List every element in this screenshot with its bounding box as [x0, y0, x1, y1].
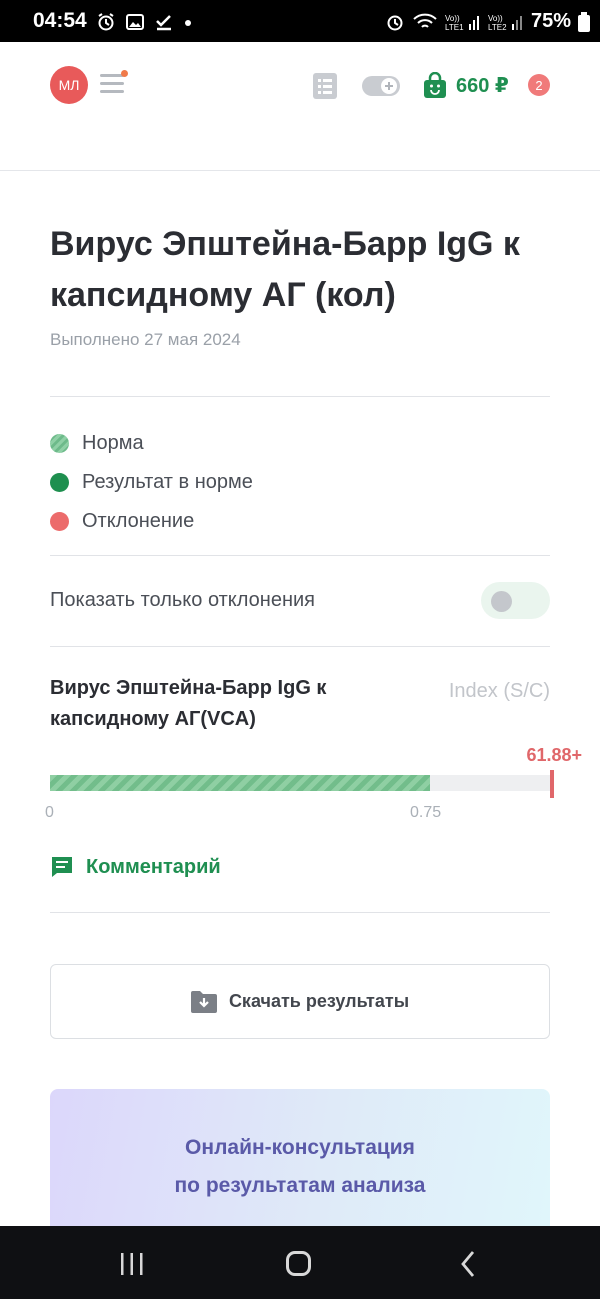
ok-swatch-icon: [50, 473, 69, 492]
result-value: 61.88+: [526, 745, 582, 765]
system-nav-bar: [0, 1226, 600, 1299]
gallery-icon: [126, 14, 144, 30]
status-notification-icons: [96, 12, 193, 32]
add-toggle-icon[interactable]: [362, 75, 400, 97]
cart-count-badge: 2: [528, 74, 550, 96]
alarm-icon: [387, 15, 403, 30]
signal-sim1-icon: Vo))LTE1: [445, 14, 479, 32]
app-header: МЛ 660 ₽ 2: [0, 42, 600, 171]
legend-label: Отклонение: [82, 510, 195, 532]
back-icon[interactable]: [460, 1250, 476, 1278]
recent-apps-icon[interactable]: [119, 1252, 145, 1276]
legend-item-ok: Результат в норме: [50, 463, 253, 502]
avatar[interactable]: МЛ: [50, 66, 88, 104]
cart-icon[interactable]: [424, 72, 446, 98]
consultation-line1: Онлайн-консультация: [185, 1136, 415, 1159]
norm-range-bar: [50, 775, 430, 791]
battery-percent: 75%: [530, 10, 571, 32]
deviations-filter-label: Показать только отклонения: [50, 589, 315, 611]
legend-item-deviation: Отклонение: [50, 502, 253, 541]
scale-min-label: 0: [45, 804, 54, 821]
divider: [50, 646, 550, 647]
download-results-button[interactable]: Скачать результаты: [50, 964, 550, 1039]
status-system-icons: Vo)) LTE1 Vo)) LTE2 75%: [385, 10, 590, 33]
svg-text:Vo)): Vo)): [488, 14, 503, 23]
signal-sim2-icon: Vo))LTE2: [488, 14, 522, 32]
download-label: Скачать результаты: [228, 991, 410, 1011]
completion-date: Выполнено 27 мая 2024: [50, 330, 241, 349]
legend-label: Норма: [82, 432, 144, 454]
legend-label: Результат в норме: [82, 471, 253, 493]
svg-text:Vo)): Vo)): [445, 14, 460, 23]
wifi-icon: [413, 13, 437, 28]
dot-icon: [185, 20, 191, 26]
results-list-icon[interactable]: [313, 73, 337, 99]
cart-balance[interactable]: 660 ₽: [456, 73, 509, 98]
checklist-icon: [156, 15, 171, 31]
menu-line: [100, 82, 124, 85]
svg-text:LTE1: LTE1: [445, 23, 464, 32]
svg-text:LTE2: LTE2: [488, 23, 507, 32]
divider: [50, 912, 550, 913]
comment-icon: [52, 857, 72, 877]
status-time: 04:54: [33, 9, 87, 32]
download-folder-icon: [190, 990, 217, 1013]
menu-line: [100, 90, 124, 93]
norm-swatch-icon: [50, 434, 69, 453]
test-unit: Index (S/C): [448, 680, 550, 702]
divider: [50, 396, 550, 397]
page-title: Вирус Эпштейна-Барр IgG к капсидному АГ …: [50, 225, 520, 314]
toggle-knob: [491, 591, 512, 612]
online-consultation-banner[interactable]: Онлайн-консультация по результатам анали…: [50, 1089, 550, 1229]
result-marker: [550, 770, 554, 798]
legend: Норма Результат в норме Отклонение: [50, 424, 253, 541]
menu-button[interactable]: [100, 70, 128, 96]
home-icon[interactable]: [286, 1251, 311, 1276]
comment-link[interactable]: Комментарий: [50, 855, 221, 879]
deviation-swatch-icon: [50, 512, 69, 531]
alarm-icon: [98, 13, 114, 31]
test-name: Вирус Эпштейна-Барр IgG к капсидному АГ(…: [50, 677, 327, 730]
legend-item-norm: Норма: [50, 424, 253, 463]
scale-norm-max-label: 0.75: [410, 804, 442, 821]
result-scale-track: [50, 775, 550, 791]
divider: [50, 555, 550, 556]
comment-label: Комментарий: [86, 855, 221, 878]
status-bar: 04:54 Vo)) LTE1 Vo)) LTE2 75%: [0, 0, 600, 42]
consultation-line2: по результатам анализа: [174, 1174, 426, 1197]
notification-dot: [121, 70, 128, 77]
battery-icon: [578, 11, 590, 32]
deviations-filter-toggle[interactable]: [481, 582, 550, 619]
